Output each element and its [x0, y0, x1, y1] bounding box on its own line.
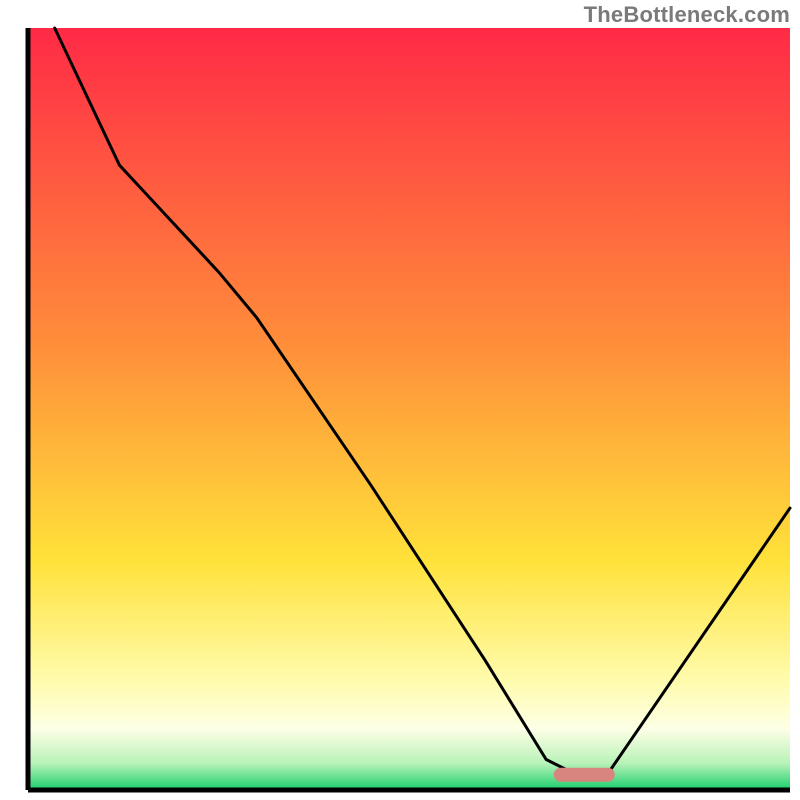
chart-container: TheBottleneck.com [0, 0, 800, 800]
optimum-marker [554, 768, 615, 782]
bottleneck-chart [0, 0, 800, 800]
watermark-text: TheBottleneck.com [584, 2, 790, 28]
